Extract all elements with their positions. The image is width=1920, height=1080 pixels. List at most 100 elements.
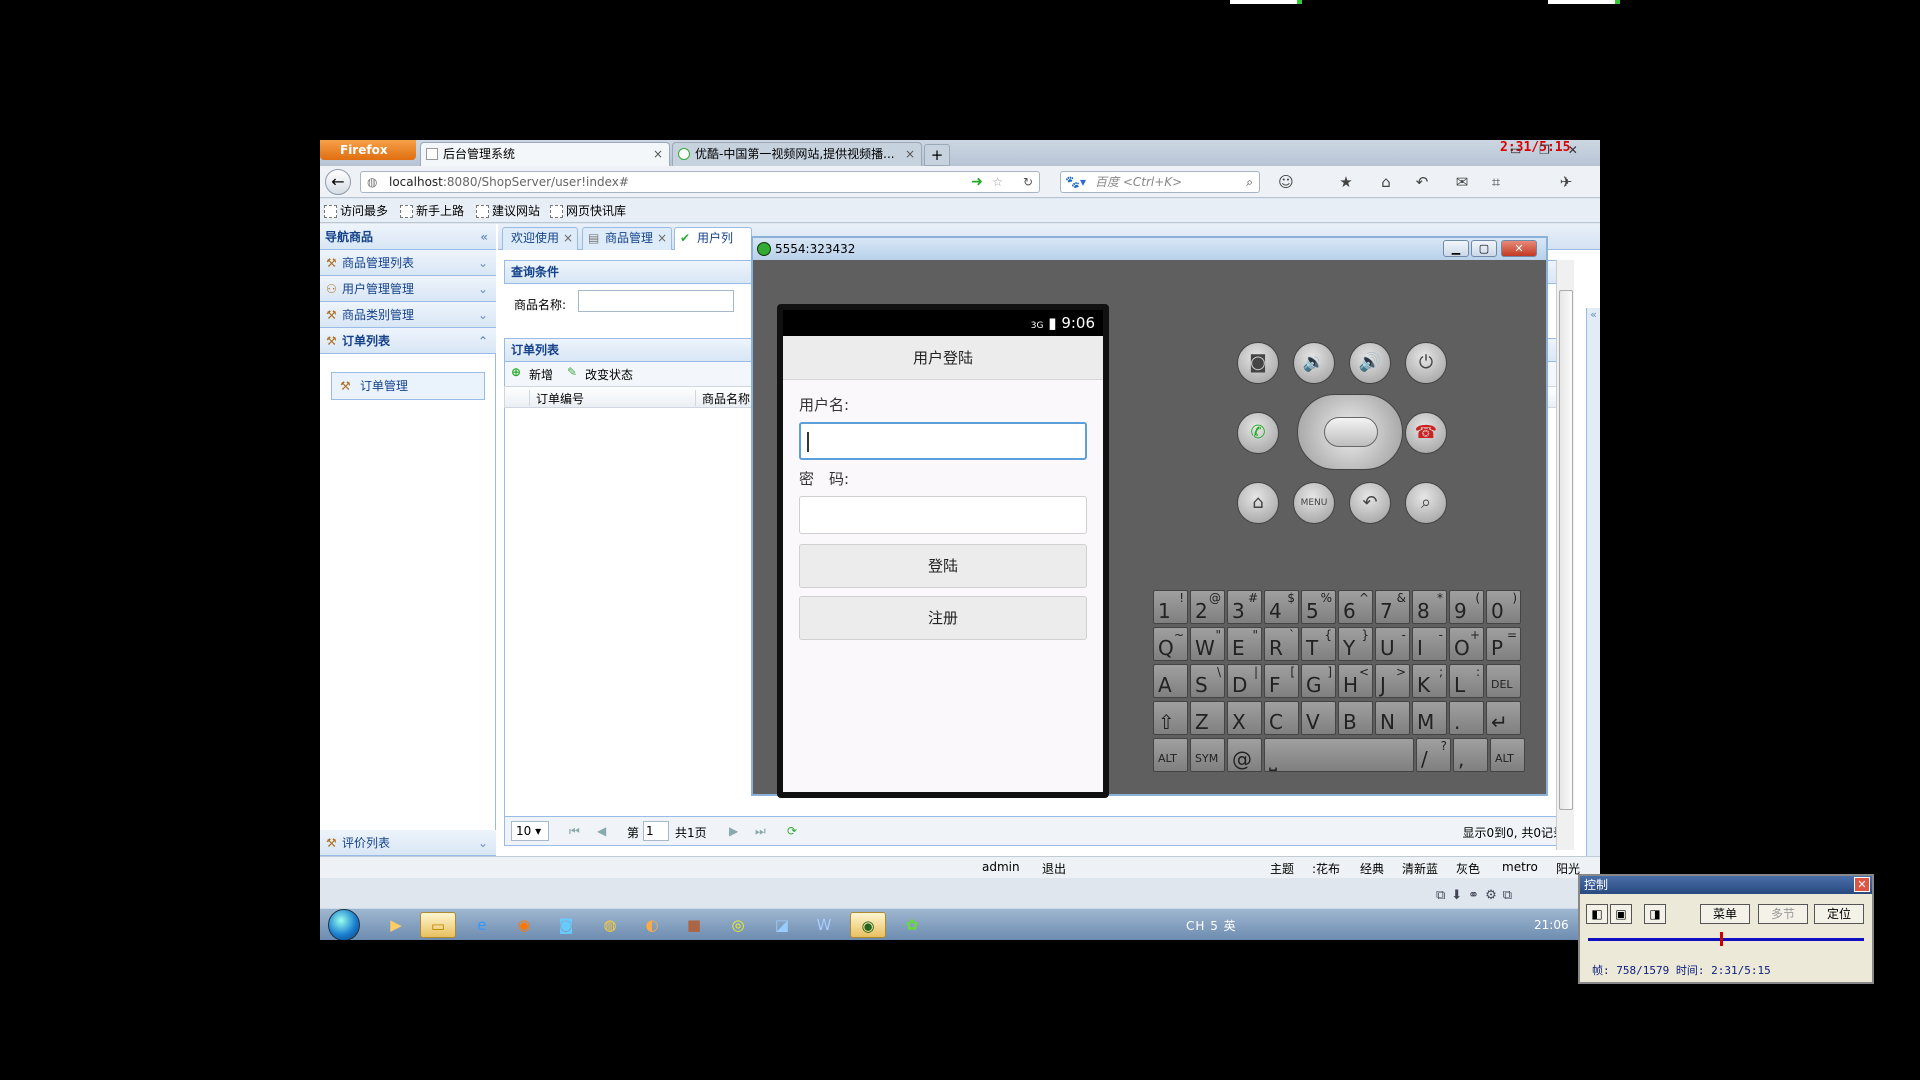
sidebar-subitem-order-management[interactable]: ⚒ 订单管理 <box>331 372 485 400</box>
new-tab-button[interactable]: + <box>924 144 950 166</box>
key-9[interactable]: 9( <box>1449 590 1484 624</box>
system-tray[interactable]: CH 5 英 <box>1186 917 1237 934</box>
key-enter[interactable]: ↵ <box>1486 701 1521 735</box>
multi-section-button[interactable]: 多节 <box>1758 904 1808 924</box>
firefox-icon[interactable]: ◉ <box>506 912 542 938</box>
key-w[interactable]: W " <box>1190 627 1225 661</box>
key-1[interactable]: 1! <box>1153 590 1188 624</box>
menu-key[interactable]: MENU <box>1293 482 1335 524</box>
dpad-center[interactable] <box>1324 417 1378 447</box>
theme-metro[interactable]: metro <box>1502 860 1538 874</box>
home-icon[interactable]: ⌂ <box>1376 173 1396 191</box>
bookmark-star-icon[interactable]: ☆ <box>992 172 1003 192</box>
theme-gray[interactable]: 灰色 <box>1456 860 1480 877</box>
key-p[interactable]: P = <box>1486 627 1521 661</box>
key-s[interactable]: S \ <box>1190 664 1225 698</box>
key-u[interactable]: U- <box>1375 627 1410 661</box>
key-v[interactable]: V <box>1301 701 1336 735</box>
page-size-select[interactable]: 10 ▾ <box>511 821 549 841</box>
firefox-alt-icon[interactable]: ◐ <box>634 912 670 938</box>
tab-welcome[interactable]: 欢迎使用 × <box>502 227 579 250</box>
locate-button[interactable]: 定位 <box>1814 904 1864 924</box>
reload-icon[interactable]: ↻ <box>1023 172 1033 192</box>
tools-icon[interactable]: ✈ <box>1556 173 1576 191</box>
register-button[interactable]: 注册 <box>799 596 1087 640</box>
key-2[interactable]: 2 @ <box>1190 590 1225 624</box>
search-icon[interactable]: ⌕ <box>1246 172 1253 192</box>
key-d[interactable]: D | <box>1227 664 1262 698</box>
key-sym[interactable]: SYM <box>1190 738 1225 772</box>
next-page-icon[interactable]: ▶ <box>729 824 738 838</box>
browser-tab-youku[interactable]: 优酷-中国第一视频网站,提供视频播... × <box>672 142 922 166</box>
prev-frame-button[interactable]: ◧ <box>1586 904 1608 924</box>
key-b[interactable]: B <box>1338 701 1373 735</box>
tab-close-icon[interactable]: × <box>563 228 573 249</box>
sidebar-item-order-list[interactable]: ⚒ 订单列表 ⌃ <box>320 328 496 354</box>
key-c[interactable]: C <box>1264 701 1299 735</box>
camera-icon[interactable]: ◙ <box>1237 342 1279 384</box>
playback-position-marker[interactable] <box>1720 932 1724 946</box>
key-8[interactable]: 8 * <box>1412 590 1447 624</box>
key-0[interactable]: 0) <box>1486 590 1521 624</box>
prev-page-icon[interactable]: ◀ <box>597 824 606 838</box>
key-l[interactable]: L: <box>1449 664 1484 698</box>
key-shift[interactable]: ⇧ <box>1153 701 1188 735</box>
baidu-engine-icon[interactable]: 🐾▾ <box>1065 172 1086 192</box>
key-alt[interactable]: ALT <box>1153 738 1188 772</box>
key-4[interactable]: 4 $ <box>1264 590 1299 624</box>
key-h[interactable]: H < <box>1338 664 1373 698</box>
bookmark-most-visited[interactable]: 访问最多 <box>322 203 388 219</box>
bookmark-suggested-sites[interactable]: 建议网站 <box>474 203 540 219</box>
key-m[interactable]: M <box>1412 701 1447 735</box>
close-icon[interactable]: ✕ <box>1568 143 1578 157</box>
crop-icon[interactable]: ⌗ <box>1486 173 1506 191</box>
key-n[interactable]: N <box>1375 701 1410 735</box>
logout-link[interactable]: 退出 <box>1042 860 1066 877</box>
dpad[interactable] <box>1297 394 1403 470</box>
key-5[interactable]: 5% <box>1301 590 1336 624</box>
maximize-icon[interactable]: ❐ <box>1539 143 1550 157</box>
tab-user-list[interactable]: ✔ 用户列 <box>674 227 753 250</box>
bookmarks-menu-icon[interactable]: ★ <box>1336 173 1356 191</box>
tab-product-management[interactable]: ▤ 商品管理 × <box>582 227 673 250</box>
theme-fresh-blue[interactable]: 清新蓝 <box>1402 860 1438 877</box>
minimize-icon[interactable]: ▭ <box>1510 143 1521 157</box>
key-t[interactable]: T{ <box>1301 627 1336 661</box>
key-@[interactable]: @ <box>1227 738 1262 772</box>
theme-classic[interactable]: 经典 <box>1360 860 1384 877</box>
tab-close-icon[interactable]: × <box>905 143 915 165</box>
back-icon[interactable]: ↶ <box>1349 482 1391 524</box>
tab-close-icon[interactable]: × <box>657 228 667 249</box>
taskbar-clock[interactable]: 21:06 <box>1534 918 1569 932</box>
key-q[interactable]: Q ~ <box>1153 627 1188 661</box>
key-r[interactable]: R ` <box>1264 627 1299 661</box>
first-page-icon[interactable]: ⏮ <box>569 824 580 839</box>
key-/[interactable]: /? <box>1416 738 1451 772</box>
scrollbar-thumb[interactable] <box>1559 290 1573 810</box>
key-.[interactable]: . <box>1449 701 1484 735</box>
undo-icon[interactable]: ↶ <box>1412 173 1432 191</box>
sidebar-item-category-management[interactable]: ⚒ 商品类别管理 ⌄ <box>320 302 496 328</box>
add-button[interactable]: ⊕ 新增 <box>511 365 553 383</box>
product-name-input[interactable] <box>578 290 734 312</box>
key-g[interactable]: G] <box>1301 664 1336 698</box>
go-icon[interactable]: ➜ <box>971 172 983 192</box>
key-k[interactable]: K; <box>1412 664 1447 698</box>
key-f[interactable]: F[ <box>1264 664 1299 698</box>
key-del[interactable]: DEL <box>1486 664 1521 698</box>
volume-up-icon[interactable]: 🔊 <box>1349 342 1391 384</box>
bookmark-web-slice[interactable]: 网页快讯库 <box>548 203 626 219</box>
browser-tab-admin[interactable]: 后台管理系统 × <box>420 142 670 166</box>
key-j[interactable]: J > <box>1375 664 1410 698</box>
media-player-icon[interactable]: ▶ <box>378 912 414 938</box>
back-button[interactable]: ← <box>325 169 351 195</box>
search-input[interactable]: 🐾▾ 百度 <Ctrl+K> ⌕ <box>1060 171 1260 193</box>
key-,[interactable]: , <box>1453 738 1488 772</box>
column-header-order-id[interactable]: 订单编号 <box>529 390 695 406</box>
close-button[interactable]: ✕ <box>1501 240 1537 257</box>
ie-icon[interactable]: e <box>464 912 500 938</box>
page-scrollbar[interactable] <box>1556 260 1574 850</box>
start-button[interactable] <box>328 909 360 940</box>
sidebar-item-reviews[interactable]: ⚒ 评价列表 ⌄ <box>320 830 496 856</box>
url-bar[interactable]: ◍ localhost:8080/ShopServer/user!index# … <box>360 171 1040 193</box>
